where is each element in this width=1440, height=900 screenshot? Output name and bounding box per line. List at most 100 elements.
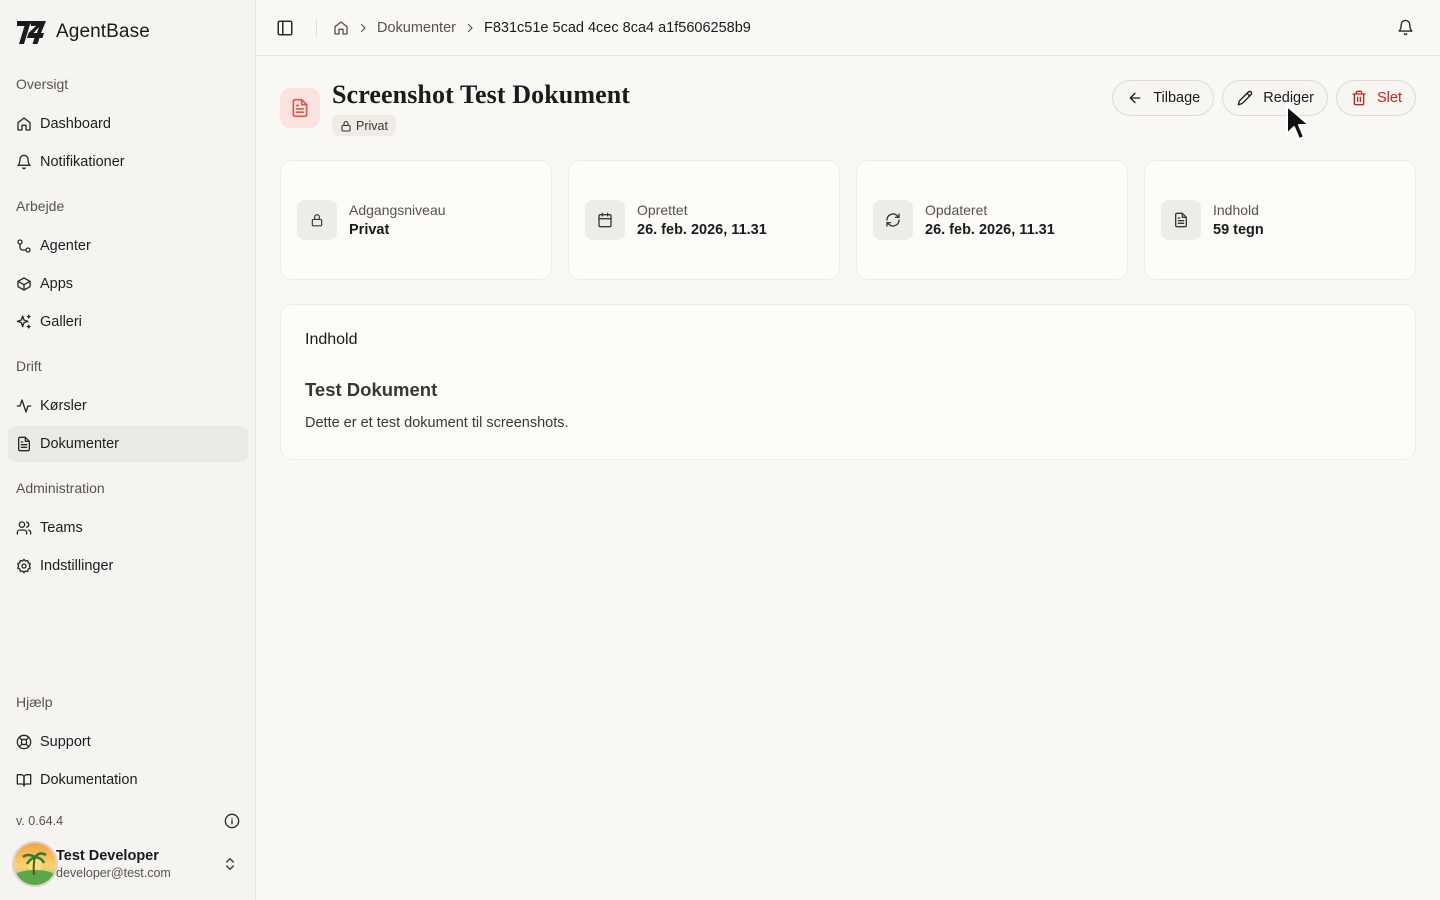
sidebar: AgentBase Oversigt Dashboard Notifikatio… (0, 0, 256, 900)
nav-heading: Drift (16, 358, 42, 374)
nav-heading: Administration (16, 480, 105, 496)
sidebar-item-support[interactable]: Support (8, 724, 248, 760)
box-icon (17, 277, 31, 291)
users-icon (16, 521, 32, 535)
nav-section-oversigt: Oversigt Dashboard Notifikationer (8, 72, 248, 182)
sidebar-item-label: Galleri (40, 314, 82, 330)
document-heading: Test Dokument (305, 379, 438, 400)
stat-value: 59 tegn (1213, 222, 1264, 238)
nav-heading: Arbejde (16, 198, 65, 214)
sidebar-item-label: Dokumenter (40, 436, 119, 452)
lock-icon (341, 120, 351, 132)
stat-value: 26. feb. 2026, 11.31 (637, 222, 767, 238)
back-button-label: Tilbage (1153, 90, 1201, 106)
avatar-image-icon (14, 843, 56, 885)
file-text-icon (292, 98, 308, 118)
sidebar-item-teams[interactable]: Teams (8, 510, 248, 546)
pencil-icon (1237, 90, 1253, 106)
breadcrumb-current: F831c51e 5cad 4cec 8ca4 a1f5606258b9 (483, 19, 751, 36)
breadcrumb: Dokumenter F831c51e 5cad 4cec 8ca4 a1f56… (333, 20, 751, 36)
bell-icon (17, 154, 31, 170)
calendar-icon (598, 212, 612, 228)
activity-icon (16, 399, 32, 413)
user-menu[interactable]: Test Developer developer@test.com (12, 840, 248, 888)
life-buoy-icon (16, 734, 32, 750)
sidebar-item-notifikationer[interactable]: Notifikationer (8, 144, 248, 180)
nav-section-drift: Drift Kørsler Dokumenter (8, 354, 248, 464)
edit-button[interactable]: Rediger (1222, 80, 1328, 116)
stat-card-access: Adgangsniveau Privat (280, 160, 552, 280)
delete-button[interactable]: Slet (1336, 80, 1416, 116)
home-icon (17, 117, 31, 131)
page-actions: Tilbage Rediger Slet (1112, 80, 1416, 116)
sidebar-item-label: Apps (40, 276, 74, 292)
sidebar-item-dokumenter[interactable]: Dokumenter (8, 426, 248, 462)
sidebar-item-label: Dashboard (40, 116, 111, 132)
home-icon[interactable] (333, 20, 349, 36)
card-icon (873, 200, 913, 240)
content-heading: Indhold (305, 331, 358, 348)
edit-button-label: Rediger (1263, 90, 1314, 106)
divider (316, 18, 317, 37)
document-type-icon (280, 88, 320, 128)
bell-icon[interactable] (1397, 19, 1414, 36)
agentbase-logo-icon (17, 21, 46, 44)
sidebar-item-dashboard[interactable]: Dashboard (8, 106, 248, 142)
card-icon (297, 200, 337, 240)
stat-cards: Adgangsniveau Privat Oprettet 26. feb. 2… (280, 160, 1416, 280)
stat-label: Oprettet (637, 202, 688, 218)
privacy-badge: Privat (332, 115, 396, 136)
file-text-icon (18, 436, 30, 452)
version-row: v. 0.64.4 (16, 813, 240, 829)
nav-section-hjaelp: Hjælp Support Dokumentation (8, 690, 248, 800)
gear-icon (17, 558, 31, 574)
breadcrumb-dokumenter[interactable]: Dokumenter (377, 20, 456, 36)
stat-card-content: Indhold 59 tegn (1144, 160, 1416, 280)
nav-section-administration: Administration Teams Indstillinger (8, 476, 248, 586)
sidebar-toggle-icon[interactable] (276, 19, 294, 37)
sidebar-item-apps[interactable]: Apps (8, 266, 248, 302)
sidebar-item-label: Notifikationer (40, 154, 125, 170)
stat-label: Indhold (1213, 202, 1259, 218)
sidebar-item-label: Indstillinger (40, 558, 114, 574)
stat-label: Adgangsniveau (349, 202, 446, 218)
content-panel: Indhold Test Dokument Dette er et test d… (280, 304, 1416, 460)
sidebar-item-label: Support (40, 734, 91, 750)
sidebar-item-label: Teams (40, 520, 83, 536)
topbar: Dokumenter F831c51e 5cad 4cec 8ca4 a1f56… (256, 0, 1440, 56)
stat-card-updated: Opdateret 26. feb. 2026, 11.31 (856, 160, 1128, 280)
chevron-right-icon (360, 23, 366, 32)
privacy-badge-label: Privat (356, 118, 388, 133)
brand[interactable]: AgentBase (16, 18, 150, 46)
nav-section-arbejde: Arbejde Agenter Apps Galleri (8, 194, 248, 342)
sidebar-item-label: Dokumentation (40, 772, 138, 788)
card-icon (585, 200, 625, 240)
stat-value: Privat (349, 222, 390, 238)
user-info: Test Developer developer@test.com (56, 847, 222, 881)
delete-button-label: Slet (1377, 90, 1402, 106)
nav-heading: Hjælp (16, 694, 53, 710)
page-title: Screenshot Test Dokument (332, 80, 631, 109)
book-icon (16, 774, 32, 787)
sidebar-item-dokumentation[interactable]: Dokumentation (8, 762, 248, 798)
document-body: Dette er et test dokument til screenshot… (305, 415, 569, 431)
trash-icon (1352, 90, 1366, 106)
sidebar-item-korsler[interactable]: Kørsler (8, 388, 248, 424)
card-icon (1161, 200, 1201, 240)
sidebar-item-galleri[interactable]: Galleri (8, 304, 248, 340)
refresh-icon (886, 213, 900, 227)
sidebar-item-indstillinger[interactable]: Indstillinger (8, 548, 248, 584)
sidebar-item-agenter[interactable]: Agenter (8, 228, 248, 264)
stat-value: 26. feb. 2026, 11.31 (925, 222, 1055, 238)
sparkles-icon (16, 314, 31, 329)
stat-label: Opdateret (925, 202, 988, 218)
sidebar-item-label: Kørsler (40, 398, 87, 414)
lock-icon (311, 214, 323, 227)
file-text-icon (1175, 212, 1187, 228)
back-button[interactable]: Tilbage (1112, 80, 1215, 116)
info-icon[interactable] (224, 813, 240, 829)
nav-heading: Oversigt (16, 76, 69, 92)
stat-card-created: Oprettet 26. feb. 2026, 11.31 (568, 160, 840, 280)
arrow-left-icon (1129, 92, 1141, 104)
app-version: v. 0.64.4 (16, 814, 64, 828)
